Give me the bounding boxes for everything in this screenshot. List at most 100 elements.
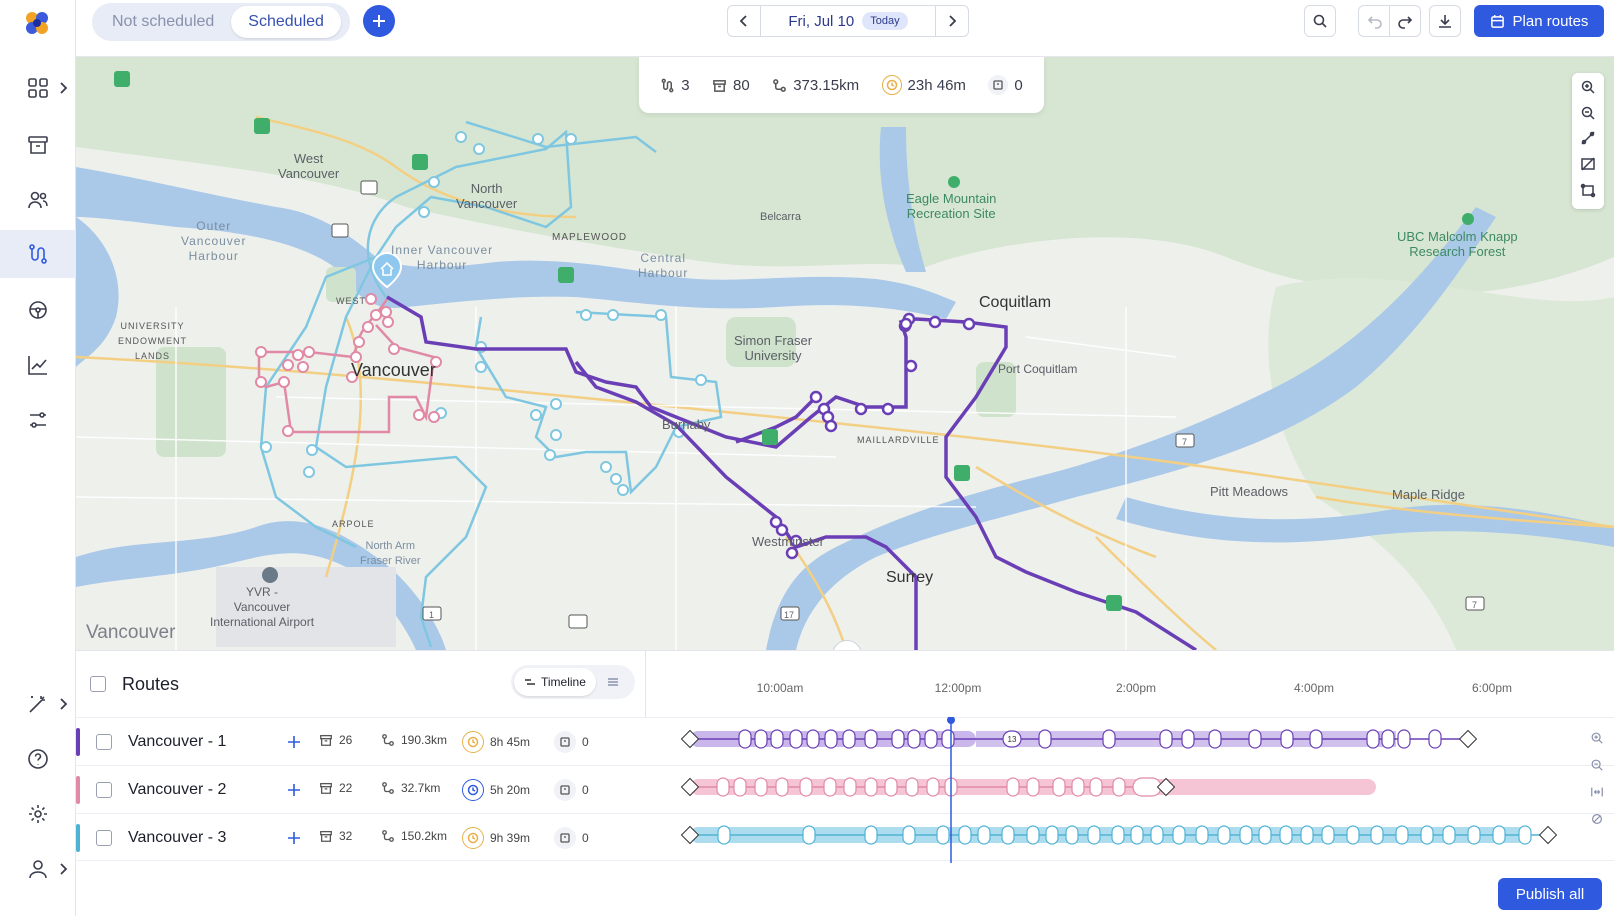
app-logo[interactable]: [22, 8, 52, 38]
timeline-stop[interactable]: [799, 777, 813, 797]
timeline-stop[interactable]: [824, 729, 838, 749]
timeline-stop[interactable]: [1159, 729, 1173, 749]
nav-tracking[interactable]: [0, 286, 76, 334]
timeline-stop[interactable]: [775, 777, 789, 797]
prev-day-button[interactable]: [728, 6, 760, 36]
timeline-stop[interactable]: [1239, 825, 1253, 845]
timeline-stop[interactable]: [1428, 729, 1442, 749]
timeline-stop[interactable]: [1038, 729, 1052, 749]
timeline-stop[interactable]: [1395, 825, 1409, 845]
timeline-stop[interactable]: [1279, 825, 1293, 845]
timeline-stop[interactable]: [926, 777, 940, 797]
nav-profile[interactable]: [0, 845, 76, 893]
nav-orders[interactable]: [0, 121, 76, 169]
timeline-stop[interactable]: [958, 825, 972, 845]
route-name[interactable]: Vancouver - 2: [128, 781, 226, 799]
timeline-stop[interactable]: [1026, 825, 1040, 845]
timeline-stop[interactable]: [1217, 825, 1231, 845]
timeline-view-button[interactable]: Timeline: [514, 668, 596, 696]
timeline-clear-button[interactable]: [1590, 812, 1604, 831]
timeline-stop[interactable]: [1006, 777, 1020, 797]
list-view-button[interactable]: [596, 677, 630, 687]
timeline-stop[interactable]: [802, 825, 816, 845]
route-checkbox[interactable]: [96, 782, 112, 798]
timeline-stop[interactable]: [1132, 777, 1162, 797]
nav-routes[interactable]: [0, 230, 76, 278]
timeline-zoom-in-button[interactable]: [1590, 731, 1604, 750]
timeline-stop[interactable]: [977, 825, 991, 845]
timeline-stop[interactable]: [1071, 777, 1085, 797]
timeline-stop[interactable]: [1397, 729, 1411, 749]
publish-all-button[interactable]: Publish all: [1498, 878, 1602, 910]
nav-settings[interactable]: [0, 790, 76, 838]
current-date[interactable]: Fri, Jul 10 Today: [760, 6, 936, 36]
timeline-stop[interactable]: [1467, 825, 1481, 845]
timeline-stop[interactable]: [941, 729, 955, 749]
timeline-stop[interactable]: [754, 777, 768, 797]
timeline-stop[interactable]: [1112, 777, 1126, 797]
timeline-stop[interactable]: [905, 777, 919, 797]
add-stop-button[interactable]: [282, 826, 306, 850]
timeline-stop[interactable]: [891, 729, 905, 749]
route-checkbox[interactable]: [96, 830, 112, 846]
timeline-stop[interactable]: [1309, 729, 1323, 749]
timeline-stop[interactable]: [924, 729, 938, 749]
timeline-stop[interactable]: [754, 729, 768, 749]
timeline-stop[interactable]: [716, 777, 730, 797]
add-route-button[interactable]: [363, 5, 395, 37]
hide-areas-button[interactable]: [1580, 156, 1596, 177]
timeline-stop[interactable]: [1065, 825, 1079, 845]
timeline-stop[interactable]: [1492, 825, 1506, 845]
redo-button[interactable]: [1389, 5, 1421, 37]
timeline-stop[interactable]: [1181, 729, 1195, 749]
tab-scheduled[interactable]: Scheduled: [231, 6, 341, 38]
timeline-stop[interactable]: [1208, 729, 1222, 749]
download-button[interactable]: [1429, 5, 1461, 37]
select-all-checkbox[interactable]: [90, 676, 106, 692]
timeline-stop[interactable]: [1102, 729, 1116, 749]
lasso-select-button[interactable]: [1580, 182, 1596, 203]
timeline-stop[interactable]: [1518, 825, 1532, 845]
timeline-stop[interactable]: [864, 825, 878, 845]
timeline-stop[interactable]: [902, 825, 916, 845]
timeline[interactable]: 13: [646, 717, 1614, 863]
timeline-stop[interactable]: [842, 729, 856, 749]
timeline-stop[interactable]: [1366, 729, 1380, 749]
timeline-stop[interactable]: [1026, 777, 1040, 797]
timeline-stop[interactable]: [770, 729, 784, 749]
timeline-stop[interactable]: [806, 729, 820, 749]
timeline-stop[interactable]: [733, 777, 747, 797]
add-stop-button[interactable]: [282, 778, 306, 802]
timeline-stop[interactable]: [843, 777, 857, 797]
timeline-stop[interactable]: [1052, 777, 1066, 797]
timeline-stop[interactable]: [1321, 825, 1335, 845]
nav-dashboard[interactable]: [0, 64, 76, 112]
timeline-stop[interactable]: [1442, 825, 1456, 845]
timeline-stop[interactable]: [1111, 825, 1125, 845]
nav-settings-sliders[interactable]: [0, 396, 76, 444]
timeline-stop[interactable]: [907, 729, 921, 749]
timeline-stop[interactable]: [717, 825, 731, 845]
next-day-button[interactable]: [936, 6, 968, 36]
zoom-out-button[interactable]: [1580, 105, 1596, 126]
nav-magic[interactable]: [0, 680, 76, 728]
timeline-stop[interactable]: [1248, 729, 1262, 749]
timeline-stop[interactable]: [823, 777, 837, 797]
timeline-stop[interactable]: [1195, 825, 1209, 845]
route-checkbox[interactable]: [96, 734, 112, 750]
timeline-stop[interactable]: [1001, 825, 1015, 845]
timeline-zoom-out-button[interactable]: [1590, 758, 1604, 777]
timeline-stop[interactable]: [1420, 825, 1434, 845]
plan-routes-button[interactable]: Plan routes: [1474, 5, 1604, 37]
hide-routes-button[interactable]: [1580, 130, 1596, 151]
timeline-fit-button[interactable]: [1590, 785, 1604, 804]
route-name[interactable]: Vancouver - 3: [128, 829, 226, 847]
timeline-stop[interactable]: [1280, 729, 1294, 749]
nav-team[interactable]: [0, 176, 76, 224]
timeline-stop[interactable]: [864, 729, 878, 749]
timeline-stop[interactable]: [1300, 825, 1314, 845]
timeline-stop[interactable]: [1150, 825, 1164, 845]
zoom-in-button[interactable]: [1580, 79, 1596, 100]
today-badge[interactable]: Today: [862, 12, 908, 30]
timeline-stop[interactable]: [1381, 729, 1395, 749]
